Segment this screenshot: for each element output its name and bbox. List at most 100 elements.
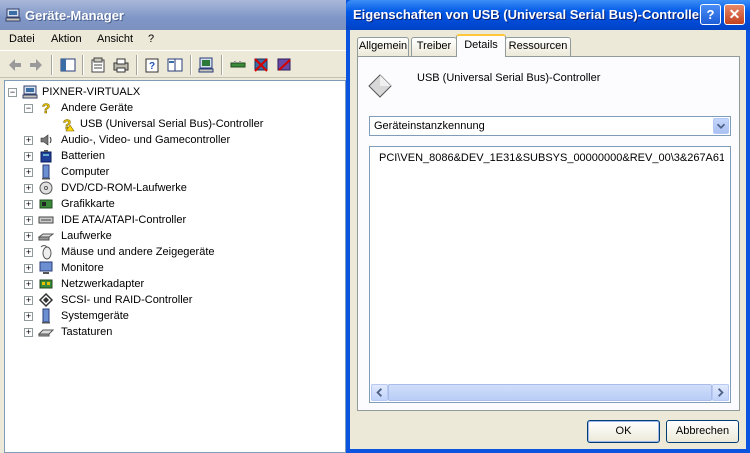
menu-help[interactable]: ? <box>148 33 154 45</box>
ide-controller-icon <box>38 216 54 224</box>
disable-device-icon[interactable] <box>252 56 270 74</box>
tree-item-label: SCSI- und RAID-Controller <box>61 294 193 306</box>
print-icon[interactable] <box>112 56 130 74</box>
device-tree[interactable]: − PIXNER-VIRTUALX − ? Andere Geräte ? US… <box>4 80 346 453</box>
tree-item-dvd[interactable]: + DVD/CD-ROM-Laufwerke <box>24 180 224 196</box>
cd-drive-icon <box>39 181 53 195</box>
expand-icon[interactable]: + <box>24 248 33 257</box>
collapse-icon[interactable]: − <box>24 104 33 113</box>
tab-allgemein[interactable]: Allgemein <box>357 37 409 56</box>
tree-item-label: DVD/CD-ROM-Laufwerke <box>61 182 187 194</box>
tree-item-monitors[interactable]: + Monitore <box>24 260 224 276</box>
device-name: USB (Universal Serial Bus)-Controller <box>417 72 601 84</box>
tree-item-label: Grafikkarte <box>61 198 115 210</box>
collapse-icon[interactable]: − <box>8 88 17 97</box>
cancel-button[interactable]: Abbrechen <box>666 420 739 443</box>
tree-item-network[interactable]: + Netzwerkadapter <box>24 276 224 292</box>
tree-item-label: Systemgeräte <box>61 310 129 322</box>
scsi-icon <box>38 292 54 308</box>
expand-icon[interactable]: + <box>24 232 33 241</box>
tree-item-audio[interactable]: + Audio-, Video- und Gamecontroller <box>24 132 304 148</box>
tree-item-batteries[interactable]: + Batterien <box>24 148 224 164</box>
system-device-icon <box>42 308 50 324</box>
tree-item-label: Monitore <box>61 262 104 274</box>
tree-root-label: PIXNER-VIRTUALX <box>42 86 141 98</box>
expand-icon[interactable]: + <box>24 328 33 337</box>
network-adapter-icon <box>39 279 53 289</box>
battery-icon <box>40 150 52 163</box>
tree-item-scsi[interactable]: + SCSI- und RAID-Controller <box>24 292 244 308</box>
menu-aktion[interactable]: Aktion <box>51 33 82 45</box>
show-hide-tree-icon[interactable] <box>59 56 77 74</box>
tree-item-mice[interactable]: + Mäuse und andere Zeigegeräte <box>24 244 264 260</box>
tree-item-other-devices[interactable]: − ? Andere Geräte <box>24 100 244 116</box>
toolbar-separator <box>136 55 138 75</box>
tree-item-label: Batterien <box>61 150 106 162</box>
property-value[interactable]: PCI\VEN_8086&DEV_1E31&SUBSYS_00000000&RE… <box>379 152 724 164</box>
computer-icon <box>42 164 50 180</box>
expand-icon[interactable]: + <box>24 216 33 225</box>
properties-icon[interactable] <box>89 56 107 74</box>
property-value-list[interactable]: PCI\VEN_8086&DEV_1E31&SUBSYS_00000000&RE… <box>369 146 731 403</box>
tree-item-drives[interactable]: + Laufwerke <box>24 228 224 244</box>
monitor-icon <box>39 261 53 274</box>
tree-item-label: Computer <box>61 166 110 178</box>
expand-icon[interactable]: + <box>24 136 33 145</box>
unknown-device-icon: ? <box>41 100 51 116</box>
menu-datei[interactable]: Datei <box>9 33 35 45</box>
update-driver-icon[interactable] <box>229 56 247 74</box>
expand-icon[interactable]: + <box>24 168 33 177</box>
view-icon[interactable] <box>166 56 184 74</box>
forward-arrow-icon[interactable] <box>27 56 45 74</box>
tree-item-label: Netzwerkadapter <box>61 278 145 290</box>
warning-device-icon: ? <box>62 116 75 132</box>
svg-text:?: ? <box>42 100 51 116</box>
tree-item-system[interactable]: + Systemgeräte <box>24 308 224 324</box>
tree-root[interactable]: − PIXNER-VIRTUALX <box>8 84 208 100</box>
scan-hardware-icon[interactable] <box>197 56 215 74</box>
tab-treiber[interactable]: Treiber <box>411 37 457 56</box>
svg-text:?: ? <box>149 61 155 72</box>
tree-item-keyboards[interactable]: + Tastaturen <box>24 324 224 340</box>
expand-icon[interactable]: + <box>24 152 33 161</box>
expand-icon[interactable]: + <box>24 296 33 305</box>
computer-icon <box>22 85 38 99</box>
expand-icon[interactable]: + <box>24 200 33 209</box>
dialog-titlebar[interactable]: Eigenschaften von USB (Universal Serial … <box>346 0 750 30</box>
mouse-icon <box>40 245 52 260</box>
tree-item-label: Laufwerke <box>61 230 112 242</box>
disk-drive-icon <box>38 233 54 241</box>
ok-button[interactable]: OK <box>587 420 660 443</box>
help-button[interactable]: ? <box>700 4 721 25</box>
dialog-body: Allgemein Treiber Details Ressourcen USB… <box>350 30 746 449</box>
keyboard-icon <box>38 329 54 337</box>
tree-item-usb-controller[interactable]: ? USB (Universal Serial Bus)-Controller <box>60 116 300 132</box>
expand-icon[interactable]: + <box>24 264 33 273</box>
horizontal-scrollbar[interactable] <box>371 384 729 401</box>
scroll-right-icon[interactable] <box>712 384 729 401</box>
expand-icon[interactable]: + <box>24 312 33 321</box>
computer-icon <box>5 8 21 22</box>
device-manager-title: Geräte-Manager <box>25 8 124 23</box>
tree-item-computer[interactable]: + Computer <box>24 164 224 180</box>
back-arrow-icon[interactable] <box>6 56 24 74</box>
dropdown-arrow-icon[interactable] <box>713 118 729 134</box>
tree-item-graphics[interactable]: + Grafikkarte <box>24 196 224 212</box>
toolbar-separator <box>221 55 223 75</box>
tab-ressourcen[interactable]: Ressourcen <box>505 37 571 56</box>
property-dropdown[interactable]: Geräteinstanzkennung <box>369 116 731 136</box>
expand-icon[interactable]: + <box>24 280 33 289</box>
expand-icon[interactable]: + <box>24 184 33 193</box>
audio-icon <box>40 134 52 146</box>
menu-ansicht[interactable]: Ansicht <box>97 33 133 45</box>
tab-details[interactable]: Details <box>456 34 506 57</box>
property-dropdown-value: Geräteinstanzkennung <box>374 120 485 132</box>
scrollbar-thumb[interactable] <box>388 384 712 401</box>
uninstall-device-icon[interactable] <box>275 56 293 74</box>
tree-item-ide[interactable]: + IDE ATA/ATAPI-Controller <box>24 212 244 228</box>
properties-dialog: Eigenschaften von USB (Universal Serial … <box>346 0 750 453</box>
toolbar-separator <box>190 55 192 75</box>
scroll-left-icon[interactable] <box>371 384 388 401</box>
help-book-icon[interactable]: ? <box>143 56 161 74</box>
close-button[interactable]: ✕ <box>724 4 745 25</box>
